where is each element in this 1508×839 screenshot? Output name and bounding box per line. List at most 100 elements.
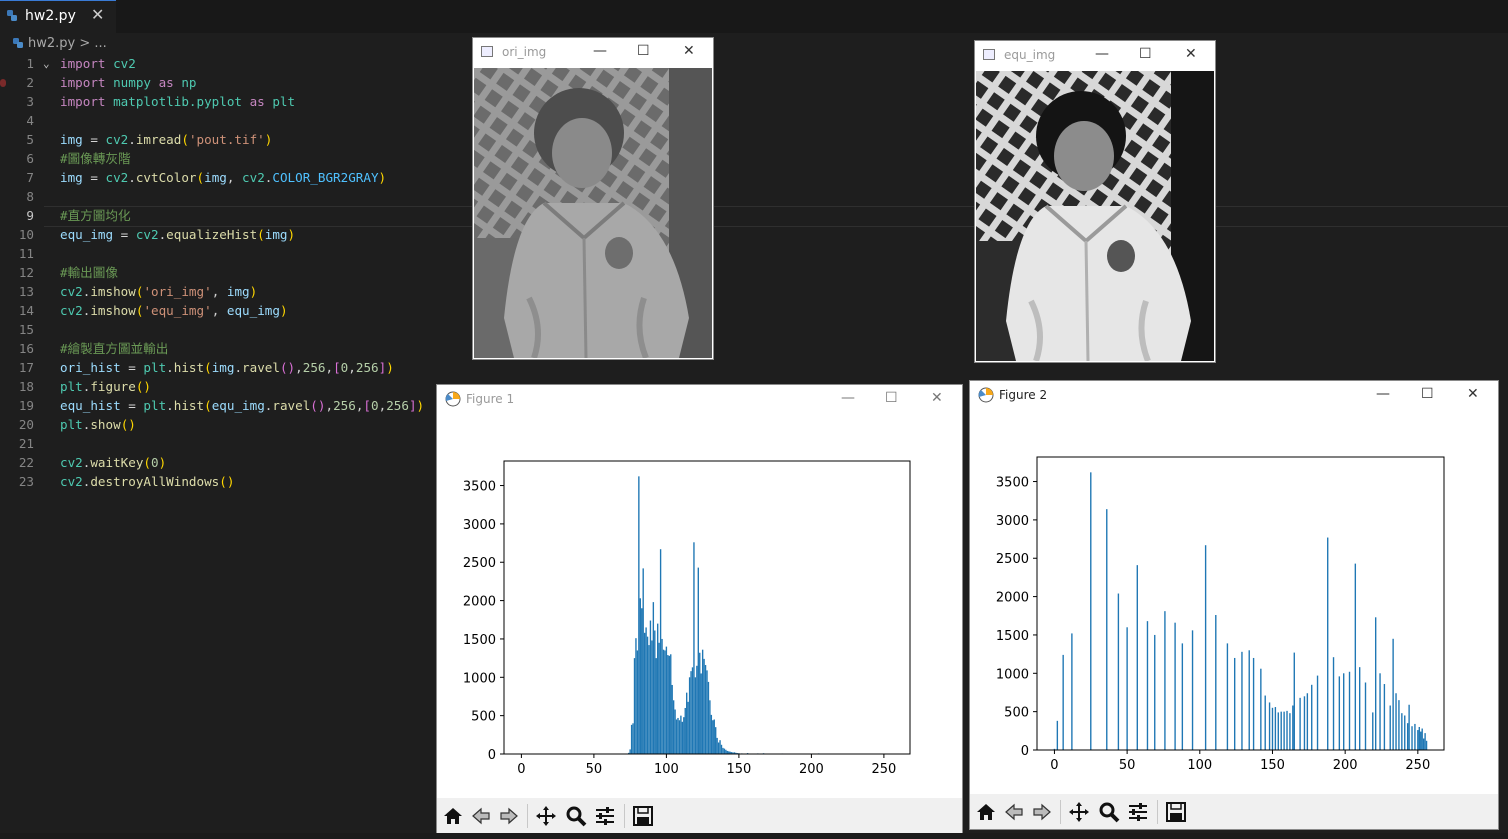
histogram-bar <box>646 636 649 754</box>
forward-arrow-icon[interactable] <box>1031 801 1053 823</box>
histogram-bar <box>1311 684 1313 750</box>
histogram-bar <box>1226 643 1229 750</box>
window-title-bar[interactable]: equ_img — ☐ ✕ <box>975 41 1215 71</box>
histogram-bar <box>633 658 636 754</box>
pan-move-icon[interactable] <box>1068 801 1090 823</box>
tab-label: hw2.py <box>25 8 76 24</box>
fold-chevron-icon[interactable]: ⌄ <box>43 54 50 73</box>
histogram-bar <box>1411 726 1413 750</box>
close-button[interactable]: ✕ <box>683 43 695 59</box>
histogram-bar <box>715 727 717 754</box>
histogram-bar <box>1286 710 1288 750</box>
matplotlib-icon <box>978 387 994 403</box>
histogram-bar <box>1332 657 1335 750</box>
maximize-button[interactable]: ☐ <box>637 43 650 59</box>
x-tick-label: 150 <box>1260 758 1285 773</box>
histogram-bar <box>1414 723 1416 750</box>
line-number: 18 <box>18 379 34 394</box>
histogram-bar <box>658 642 660 754</box>
x-tick-label: 250 <box>871 762 896 777</box>
forward-arrow-icon[interactable] <box>498 805 520 827</box>
histogram-chart-2[interactable]: 0 50 100 150 200 2500500100015002000250030003… <box>970 411 1498 794</box>
y-tick-label: 3000 <box>996 514 1029 529</box>
histogram-bar <box>1268 702 1271 750</box>
pan-move-icon[interactable] <box>535 805 557 827</box>
histogram-bar <box>1338 676 1341 750</box>
histogram-bar <box>700 673 702 754</box>
back-arrow-icon[interactable] <box>470 805 492 827</box>
window-figure-2[interactable]: Figure 2 — ☐ ✕ 0 50 100 150 200 250 0 500 1000 15… <box>970 381 1498 829</box>
line-number: 16 <box>18 341 34 356</box>
histogram-bar <box>680 715 682 754</box>
save-disk-icon[interactable] <box>1165 801 1187 823</box>
zoom-magnifier-icon[interactable] <box>565 805 587 827</box>
minimize-button[interactable]: — <box>841 390 855 406</box>
histogram-bar <box>693 542 695 754</box>
histogram-bar <box>649 620 652 754</box>
histogram-chart-1[interactable]: 0 50 100 150 200 2500500100015002000250030003… <box>437 415 962 798</box>
x-tick-label: 50 <box>586 762 603 777</box>
histogram-bar <box>1359 667 1361 750</box>
window-figure-1[interactable]: Figure 1 — ☐ ✕ 0 50 100 150 200 250 0 500 1000 15… <box>437 385 962 833</box>
close-button[interactable]: ✕ <box>1467 386 1479 402</box>
histogram-bar <box>1146 621 1149 750</box>
editor-tab-bar: hw2.py ✕ <box>0 0 1508 33</box>
configure-subplots-icon[interactable] <box>594 805 616 827</box>
x-tick-label: 200 <box>799 762 824 777</box>
configure-subplots-icon[interactable] <box>1127 801 1149 823</box>
save-disk-icon[interactable] <box>632 805 654 827</box>
current-line-highlight <box>44 206 1508 227</box>
histogram-bar <box>677 717 679 754</box>
histogram-bar <box>667 655 669 754</box>
histogram-bar <box>1271 707 1274 750</box>
histogram-bar <box>648 645 650 754</box>
histogram-bar <box>688 677 691 754</box>
window-title: Figure 1 <box>466 392 515 406</box>
close-button[interactable]: ✕ <box>931 390 943 406</box>
x-tick-label: 100 <box>1187 758 1212 773</box>
histogram-bar <box>655 658 657 754</box>
histogram-bar <box>1417 730 1419 750</box>
home-icon[interactable] <box>975 801 997 823</box>
histogram-bar <box>659 549 662 754</box>
window-equ-img[interactable]: equ_img — ☐ ✕ <box>975 41 1215 362</box>
code-text: import cv2 <box>60 56 136 71</box>
home-icon[interactable] <box>442 805 464 827</box>
minimize-button[interactable]: — <box>593 43 607 59</box>
equ-image <box>976 71 1214 361</box>
zoom-magnifier-icon[interactable] <box>1098 801 1120 823</box>
histogram-bar <box>1348 671 1351 750</box>
histogram-bar <box>1274 707 1277 750</box>
x-tick-label: 100 <box>654 762 679 777</box>
window-title-bar[interactable]: Figure 2 — ☐ ✕ <box>970 381 1498 411</box>
code-text: plt.figure() <box>60 379 152 394</box>
window-title-bar[interactable]: Figure 1 — ☐ ✕ <box>437 385 962 415</box>
maximize-button[interactable]: ☐ <box>1421 386 1434 402</box>
histogram-bar <box>1395 693 1397 750</box>
window-title-bar[interactable]: ori_img — ☐ ✕ <box>473 38 713 68</box>
breadcrumb[interactable]: hw2.py > ... <box>12 36 107 51</box>
code-text: cv2.waitKey(0) <box>60 455 167 470</box>
tab-hw2-py[interactable]: hw2.py ✕ <box>0 0 116 33</box>
histogram-bar <box>1248 650 1250 750</box>
minimize-button[interactable]: — <box>1376 386 1390 402</box>
y-tick-label: 3000 <box>463 518 496 533</box>
close-button[interactable]: ✕ <box>1185 46 1197 62</box>
histogram-bar <box>671 684 673 754</box>
close-icon[interactable]: ✕ <box>91 5 104 24</box>
histogram-bar <box>1398 700 1400 750</box>
histogram-bar <box>1316 675 1319 750</box>
histogram-bar <box>1174 622 1176 750</box>
histogram-bar <box>643 632 646 754</box>
y-tick-label: 500 <box>471 710 496 725</box>
maximize-button[interactable]: ☐ <box>885 390 898 406</box>
minimize-button[interactable]: — <box>1095 46 1109 62</box>
histogram-bar <box>719 740 721 754</box>
code-text: img = cv2.imread('pout.tif') <box>60 132 273 147</box>
back-arrow-icon[interactable] <box>1003 801 1025 823</box>
line-number: 21 <box>18 436 34 451</box>
window-ori-img[interactable]: ori_img — ☐ ✕ <box>473 38 713 359</box>
code-text: import matplotlib.pyplot as plt <box>60 94 296 109</box>
code-text: cv2.imshow('equ_img', equ_img) <box>60 303 288 318</box>
maximize-button[interactable]: ☐ <box>1139 46 1152 62</box>
